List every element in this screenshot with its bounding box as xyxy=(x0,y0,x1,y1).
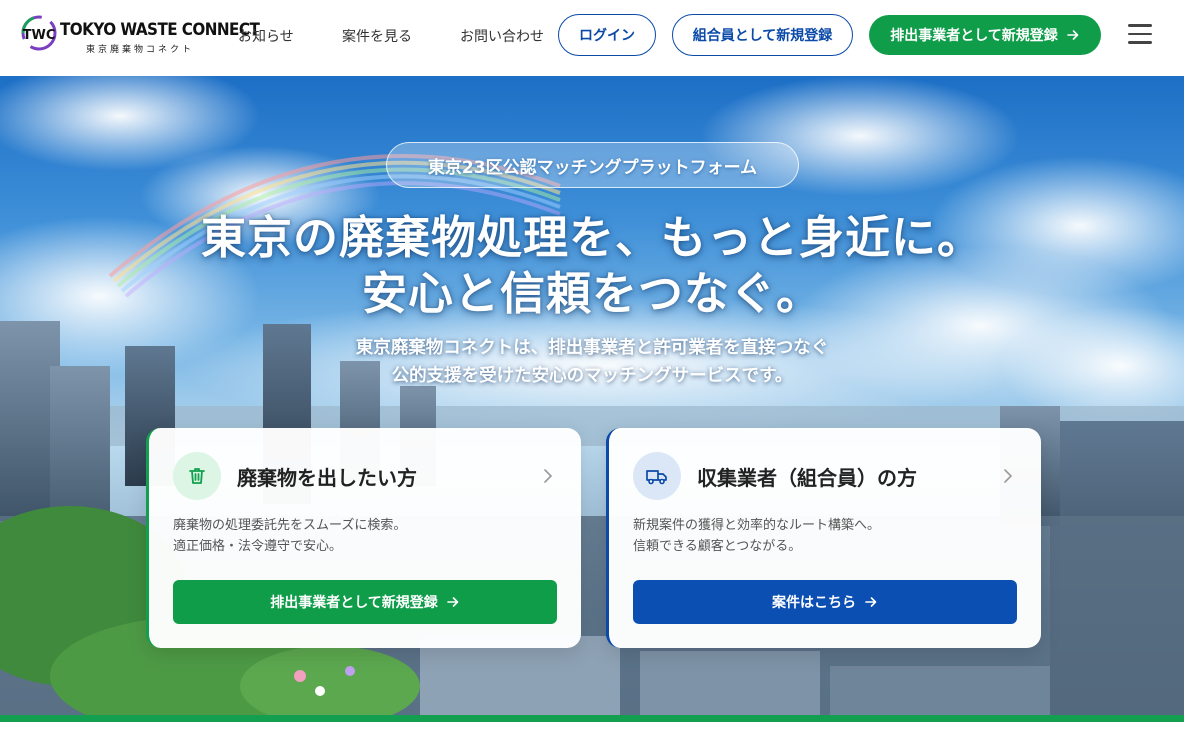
footer-accent-bar xyxy=(0,715,1184,722)
arrow-right-icon xyxy=(865,597,877,607)
collector-card-description: 新規案件の獲得と効率的なルート構築へ。 信頼できる顧客とつながる。 xyxy=(633,515,880,557)
member-register-button[interactable]: 組合員として新規登録 xyxy=(672,14,853,56)
nav-news[interactable]: お知らせ xyxy=(238,26,294,46)
collector-card-projects-button[interactable]: 案件はこちら xyxy=(633,580,1017,624)
hero-subtext: 東京廃棄物コネクトは、排出事業者と許可業者を直接つなぐ 公的支援を受けた安心のマ… xyxy=(0,334,1184,390)
collector-card-button-label: 案件はこちら xyxy=(772,595,856,611)
arrow-right-icon xyxy=(1066,30,1079,40)
truck-icon xyxy=(633,452,681,500)
site-logo[interactable]: TWC TOKYO WASTE CONNECT 東京廃棄物コネクト xyxy=(20,14,260,56)
collector-card[interactable]: 収集業者（組合員）の方 新規案件の獲得と効率的なルート構築へ。 信頼できる顧客と… xyxy=(606,428,1041,648)
hero-subtext-line1: 東京廃棄物コネクトは、排出事業者と許可業者を直接つなぐ xyxy=(355,338,829,358)
discharger-register-button[interactable]: 排出事業者として新規登録 xyxy=(869,15,1101,55)
arrow-right-icon xyxy=(446,597,459,607)
discharger-card-description: 廃棄物の処理委託先をスムーズに検索。 適正価格・法令遵守で安心。 xyxy=(173,515,406,557)
discharger-card-desc-line1: 廃棄物の処理委託先をスムーズに検索。 xyxy=(173,518,407,533)
trash-icon xyxy=(173,452,221,500)
login-button[interactable]: ログイン xyxy=(558,14,656,56)
collector-card-desc-line1: 新規案件の獲得と効率的なルート構築へ。 xyxy=(633,518,881,533)
hero-badge: 東京23区公認マッチングプラットフォーム xyxy=(386,142,799,188)
nav-contact[interactable]: お問い合わせ xyxy=(460,26,544,46)
footer-strip xyxy=(0,715,1184,738)
hero-subtext-line2: 公的支援を受けた安心のマッチングサービスです。 xyxy=(391,366,793,386)
site-header: TWC TOKYO WASTE CONNECT 東京廃棄物コネクト お知らせ 案… xyxy=(0,0,1184,76)
discharger-register-label: 排出事業者として新規登録 xyxy=(890,28,1058,44)
chevron-right-icon xyxy=(544,469,553,483)
discharger-card[interactable]: 廃棄物を出したい方 廃棄物の処理委託先をスムーズに検索。 適正価格・法令遵守で安… xyxy=(146,428,581,648)
discharger-card-desc-line2: 適正価格・法令遵守で安心。 xyxy=(173,539,343,554)
hero-headline: 東京の廃棄物処理を、もっと身近に。 安心と信頼をつなぐ。 xyxy=(0,210,1184,322)
collector-card-title: 収集業者（組合員）の方 xyxy=(697,466,917,490)
logo-mark-icon: TWC xyxy=(21,15,57,51)
discharger-card-title: 廃棄物を出したい方 xyxy=(237,466,417,490)
logo-japanese: 東京廃棄物コネクト xyxy=(86,45,195,55)
collector-card-desc-line2: 信頼できる顧客とつながる。 xyxy=(633,539,802,554)
discharger-card-register-button[interactable]: 排出事業者として新規登録 xyxy=(173,580,557,624)
discharger-card-button-label: 排出事業者として新規登録 xyxy=(270,595,438,611)
logo-english: TOKYO WASTE CONNECT xyxy=(60,20,260,39)
hero-headline-line1: 東京の廃棄物処理を、もっと身近に。 xyxy=(200,211,983,264)
chevron-right-icon xyxy=(1004,469,1013,483)
nav-projects[interactable]: 案件を見る xyxy=(342,26,412,46)
hamburger-icon[interactable] xyxy=(1128,24,1154,46)
svg-text:TWC: TWC xyxy=(23,28,56,43)
hero-headline-line2: 安心と信頼をつなぐ。 xyxy=(361,267,822,320)
